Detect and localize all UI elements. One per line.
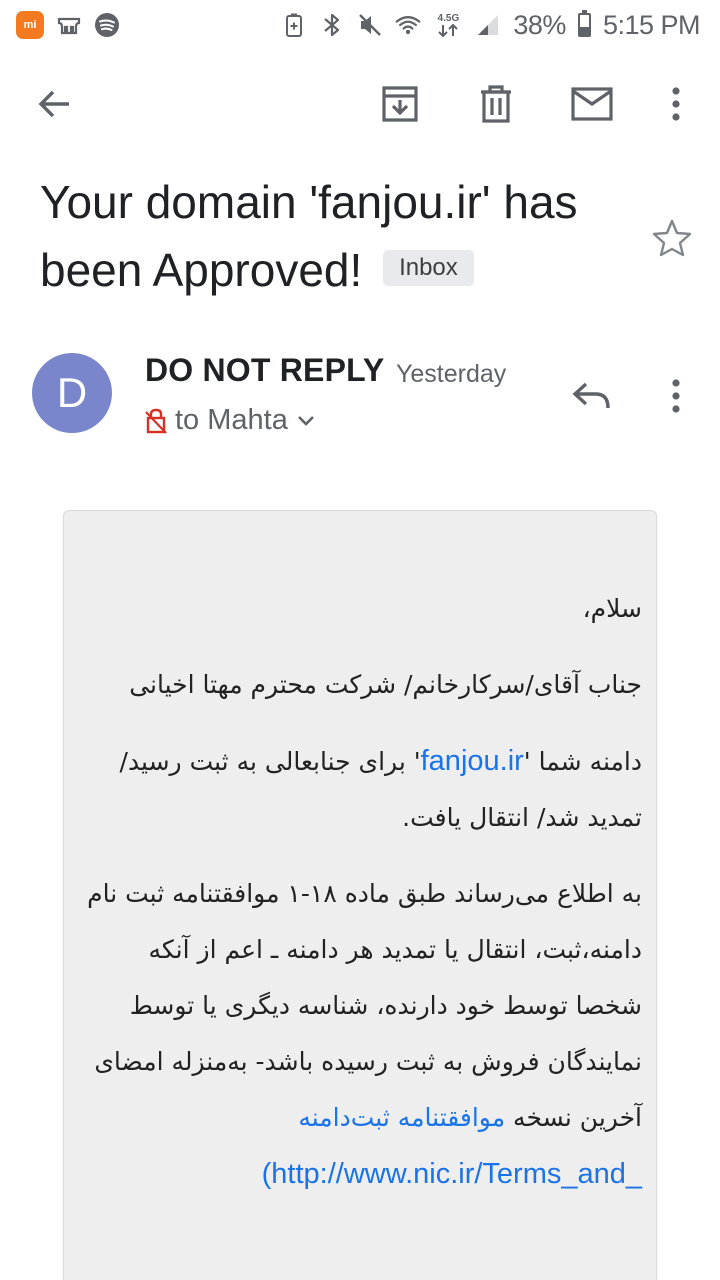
agreement-link[interactable]: موافقتنامه ثبت‌دامنه xyxy=(298,1103,505,1132)
mobile-data-icon: 4.5G xyxy=(433,12,463,38)
clock: 5:15 PM xyxy=(602,9,701,40)
domain-link[interactable]: fanjou.ir xyxy=(421,745,524,777)
inbox-label[interactable]: Inbox xyxy=(383,249,474,286)
mark-unread-button[interactable] xyxy=(568,80,616,128)
delete-icon xyxy=(481,85,511,123)
body-paragraph-domain: دامنه شما 'fanjou.ir' برای جنابعالی به ث… xyxy=(80,733,642,846)
back-button[interactable] xyxy=(30,80,78,128)
delete-button[interactable] xyxy=(472,80,520,128)
sender-avatar[interactable]: D xyxy=(32,353,112,433)
mi-app-icon: mi xyxy=(16,11,44,39)
more-vert-icon xyxy=(672,87,680,121)
notification-icons: mi xyxy=(16,11,120,39)
recipient-details-toggle[interactable]: to Mahta xyxy=(145,404,316,437)
chevron-down-icon xyxy=(297,415,314,426)
battery-icon xyxy=(577,10,591,37)
archive-button[interactable] xyxy=(376,80,424,128)
recipient-text: to Mahta xyxy=(175,404,288,436)
status-bar: mi 4.5G 38% 5:15 PM xyxy=(0,0,720,50)
bluetooth-icon xyxy=(319,12,345,38)
mail-icon xyxy=(571,87,613,121)
spotify-icon xyxy=(94,12,120,38)
email-subject: Your domain 'fanjou.ir' has been Approve… xyxy=(40,168,620,304)
body-text: به اطلاع می‌رساند طبق ماده ۱۸-۱ موافقتنا… xyxy=(87,879,642,1132)
body-paragraph-terms: به اطلاع می‌رساند طبق ماده ۱۸-۱ موافقتنا… xyxy=(80,866,642,1203)
body-text: دامنه شما ' xyxy=(523,747,642,776)
more-vert-icon xyxy=(672,379,680,413)
sent-time: Yesterday xyxy=(396,360,507,388)
body-salutation: جناب آقای/سرکارخانم/ شرکت محترم مهتا اخی… xyxy=(129,670,642,699)
subject-text: Your domain 'fanjou.ir' has been Approve… xyxy=(40,176,578,296)
more-options-button[interactable] xyxy=(652,80,700,128)
system-indicators: 4.5G 38% 5:15 PM xyxy=(281,9,701,41)
battery-saver-icon xyxy=(281,12,307,38)
battery-percent: 38% xyxy=(513,9,566,40)
signal-icon xyxy=(475,12,501,38)
star-button[interactable] xyxy=(648,214,696,262)
body-greeting: سلام، xyxy=(582,594,642,623)
message-more-button[interactable] xyxy=(652,372,700,420)
reply-icon xyxy=(572,382,610,409)
email-toolbar xyxy=(0,62,720,146)
sender-name: DO NOT REPLY xyxy=(145,352,385,388)
wifi-icon xyxy=(395,12,421,38)
back-arrow-icon xyxy=(38,90,69,118)
star-icon xyxy=(652,219,692,257)
reply-button[interactable] xyxy=(566,372,618,420)
archive-icon xyxy=(382,86,418,122)
cloud-app-icon xyxy=(56,12,82,38)
email-body: سلام، جناب آقای/سرکارخانم/ شرکت محترم مه… xyxy=(63,510,657,1280)
terms-url-link[interactable]: (http://www.nic.ir/Terms_and_ xyxy=(262,1158,642,1190)
email-screen: mi 4.5G 38% 5:15 PM Your domain 'fanjou.… xyxy=(0,0,720,1280)
mute-icon xyxy=(357,12,383,38)
unencrypted-lock-icon xyxy=(145,408,167,434)
